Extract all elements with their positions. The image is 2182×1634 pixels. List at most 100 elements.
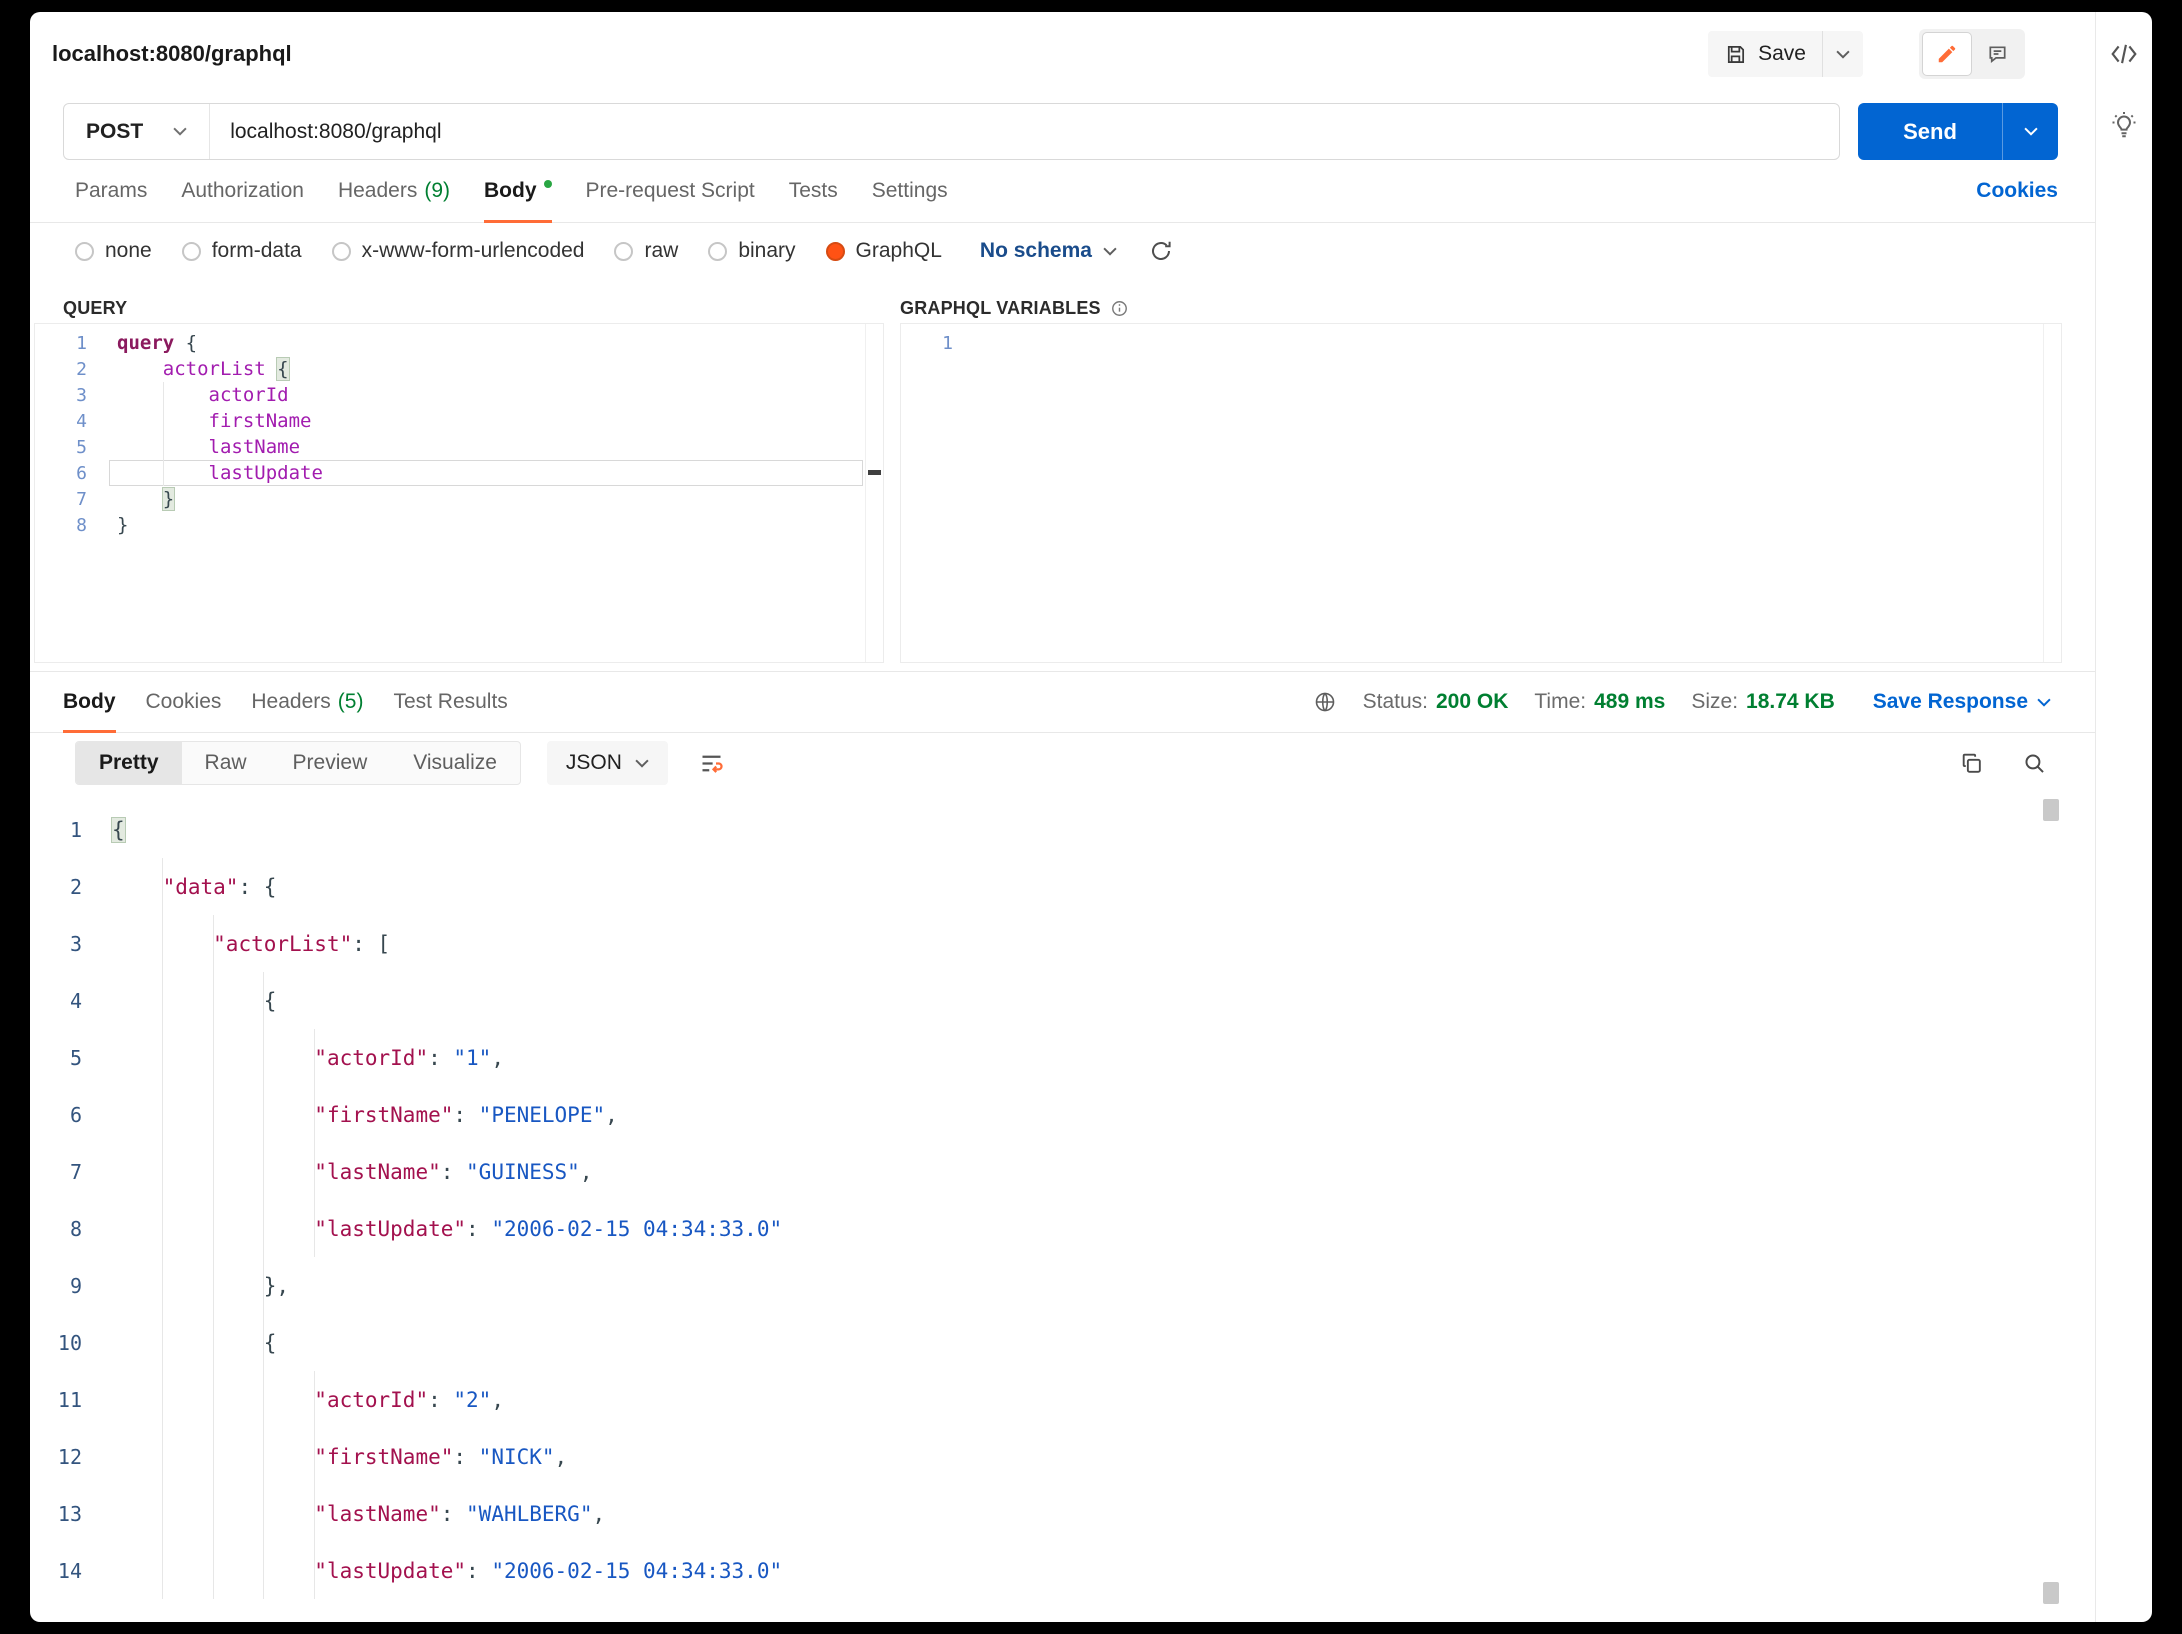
response-tab-test-results[interactable]: Test Results bbox=[393, 672, 507, 732]
response-tab-body[interactable]: Body bbox=[63, 672, 116, 732]
send-options-chevron[interactable] bbox=[2002, 103, 2058, 160]
send-button-group: Send bbox=[1858, 103, 2058, 160]
code-line: 2 actorList { bbox=[35, 356, 883, 382]
graphql-editors: QUERY 1query {2 actorList {3 actorId4 fi… bbox=[30, 279, 2095, 663]
save-button[interactable]: Save bbox=[1708, 31, 1822, 77]
response-format-select[interactable]: JSON bbox=[547, 741, 668, 785]
hints-button[interactable] bbox=[2109, 110, 2139, 140]
code-line: 8 "lastUpdate": "2006-02-15 04:34:33.0" bbox=[30, 1200, 2095, 1257]
response-headers-count: (5) bbox=[338, 690, 364, 714]
response-tab-headers[interactable]: Headers(5) bbox=[251, 672, 363, 732]
tab-headers[interactable]: Headers(9) bbox=[338, 160, 450, 222]
view-preview[interactable]: Preview bbox=[270, 742, 391, 784]
variables-code: 1 bbox=[901, 324, 2061, 356]
send-button[interactable]: Send bbox=[1858, 103, 2002, 160]
body-type-graphql[interactable]: GraphQL bbox=[826, 239, 942, 263]
variables-editor[interactable]: 1 bbox=[900, 323, 2062, 663]
copy-icon bbox=[1959, 751, 1984, 776]
query-label: QUERY bbox=[34, 293, 884, 323]
body-type-form-data[interactable]: form-data bbox=[182, 239, 302, 263]
indent-guide bbox=[163, 382, 164, 486]
save-label: Save bbox=[1758, 42, 1806, 66]
line-number: 1 bbox=[30, 818, 82, 842]
search-response-button[interactable] bbox=[2022, 751, 2047, 776]
wrap-lines-button[interactable] bbox=[688, 740, 736, 786]
line-number: 2 bbox=[30, 875, 82, 899]
cookies-link[interactable]: Cookies bbox=[1976, 179, 2058, 203]
response-toolbar: Pretty Raw Preview Visualize JSON bbox=[30, 733, 2095, 793]
code-line: 13 "lastName": "WAHLBERG", bbox=[30, 1485, 2095, 1542]
tab-tests[interactable]: Tests bbox=[789, 160, 838, 222]
edit-comment-group bbox=[1919, 29, 2025, 79]
line-number: 6 bbox=[30, 1103, 82, 1127]
view-raw[interactable]: Raw bbox=[182, 742, 270, 784]
headers-count: (9) bbox=[424, 179, 450, 203]
response-toolbar-icons bbox=[1959, 751, 2051, 776]
tab-body[interactable]: Body bbox=[484, 160, 552, 222]
network-info-button[interactable] bbox=[1313, 690, 1337, 714]
wrap-lines-icon bbox=[698, 750, 725, 777]
view-visualize[interactable]: Visualize bbox=[390, 742, 520, 784]
code-line: 11 "actorId": "2", bbox=[30, 1371, 2095, 1428]
size-badge: Size:18.74 KB bbox=[1691, 690, 1834, 714]
tab-pre-request-script[interactable]: Pre-request Script bbox=[586, 160, 755, 222]
copy-response-button[interactable] bbox=[1959, 751, 1984, 776]
radio-icon bbox=[614, 242, 633, 261]
chevron-down-icon bbox=[1103, 247, 1117, 256]
radio-icon bbox=[182, 242, 201, 261]
line-number: 7 bbox=[30, 1160, 82, 1184]
view-pretty[interactable]: Pretty bbox=[76, 742, 182, 784]
save-options-chevron[interactable] bbox=[1823, 31, 1863, 77]
editor-scroll-track bbox=[2043, 324, 2044, 662]
chevron-down-icon bbox=[1836, 50, 1850, 59]
body-type-raw[interactable]: raw bbox=[614, 239, 678, 263]
query-pane: QUERY 1query {2 actorList {3 actorId4 fi… bbox=[34, 279, 884, 663]
editor-scroll-track bbox=[865, 324, 866, 662]
variables-label: GRAPHQL VARIABLES bbox=[900, 293, 2062, 323]
edit-description-button[interactable] bbox=[1922, 32, 1972, 76]
tab-authorization[interactable]: Authorization bbox=[181, 160, 304, 222]
body-type-binary[interactable]: binary bbox=[708, 239, 795, 263]
line-number: 8 bbox=[35, 515, 87, 536]
url-bar: POST localhost:8080/graphql bbox=[63, 103, 1840, 160]
comment-icon bbox=[1986, 43, 2009, 66]
comments-button[interactable] bbox=[1972, 32, 2022, 76]
chevron-down-icon bbox=[173, 127, 187, 136]
code-line: 8} bbox=[35, 512, 883, 538]
line-number: 12 bbox=[30, 1445, 82, 1469]
tab-params[interactable]: Params bbox=[75, 160, 147, 222]
save-response-button[interactable]: Save Response bbox=[1873, 690, 2051, 714]
radio-icon bbox=[708, 242, 727, 261]
method-label: POST bbox=[86, 120, 143, 144]
save-button-group: Save bbox=[1708, 31, 1863, 77]
code-line: 6 "firstName": "PENELOPE", bbox=[30, 1086, 2095, 1143]
query-editor[interactable]: 1query {2 actorList {3 actorId4 firstNam… bbox=[34, 323, 884, 663]
schema-selector[interactable]: No schema bbox=[980, 239, 1117, 263]
url-input[interactable]: localhost:8080/graphql bbox=[210, 104, 1839, 159]
body-type-none[interactable]: none bbox=[75, 239, 152, 263]
header-actions: Save bbox=[1708, 29, 2025, 79]
chevron-down-icon bbox=[2037, 698, 2051, 707]
method-select[interactable]: POST bbox=[64, 104, 210, 159]
line-number: 4 bbox=[35, 411, 87, 432]
status-badge: Status:200 OK bbox=[1363, 690, 1509, 714]
body-type-x-www-form-urlencoded[interactable]: x-www-form-urlencoded bbox=[332, 239, 585, 263]
line-number: 2 bbox=[35, 359, 87, 380]
response-body-editor[interactable]: 1{2 "data": {3 "actorList": [4 {5 "actor… bbox=[30, 793, 2095, 1622]
code-line: 12 "firstName": "NICK", bbox=[30, 1428, 2095, 1485]
code-line: 1{ bbox=[30, 801, 2095, 858]
line-number: 6 bbox=[35, 463, 87, 484]
code-line: 9 }, bbox=[30, 1257, 2095, 1314]
radio-selected-icon bbox=[826, 242, 845, 261]
code-line: 2 "data": { bbox=[30, 858, 2095, 915]
tab-settings[interactable]: Settings bbox=[872, 160, 948, 222]
refresh-schema-button[interactable] bbox=[1149, 239, 1173, 263]
code-line: 1query { bbox=[35, 330, 883, 356]
main-area: localhost:8080/graphql Save bbox=[30, 12, 2095, 1622]
right-sidebar bbox=[2095, 12, 2152, 1622]
search-icon bbox=[2022, 751, 2047, 776]
body-type-row: none form-data x-www-form-urlencoded raw… bbox=[30, 223, 2095, 279]
code-line: 7 } bbox=[35, 486, 883, 512]
code-snippet-button[interactable] bbox=[2110, 42, 2138, 66]
response-tab-cookies[interactable]: Cookies bbox=[146, 672, 222, 732]
